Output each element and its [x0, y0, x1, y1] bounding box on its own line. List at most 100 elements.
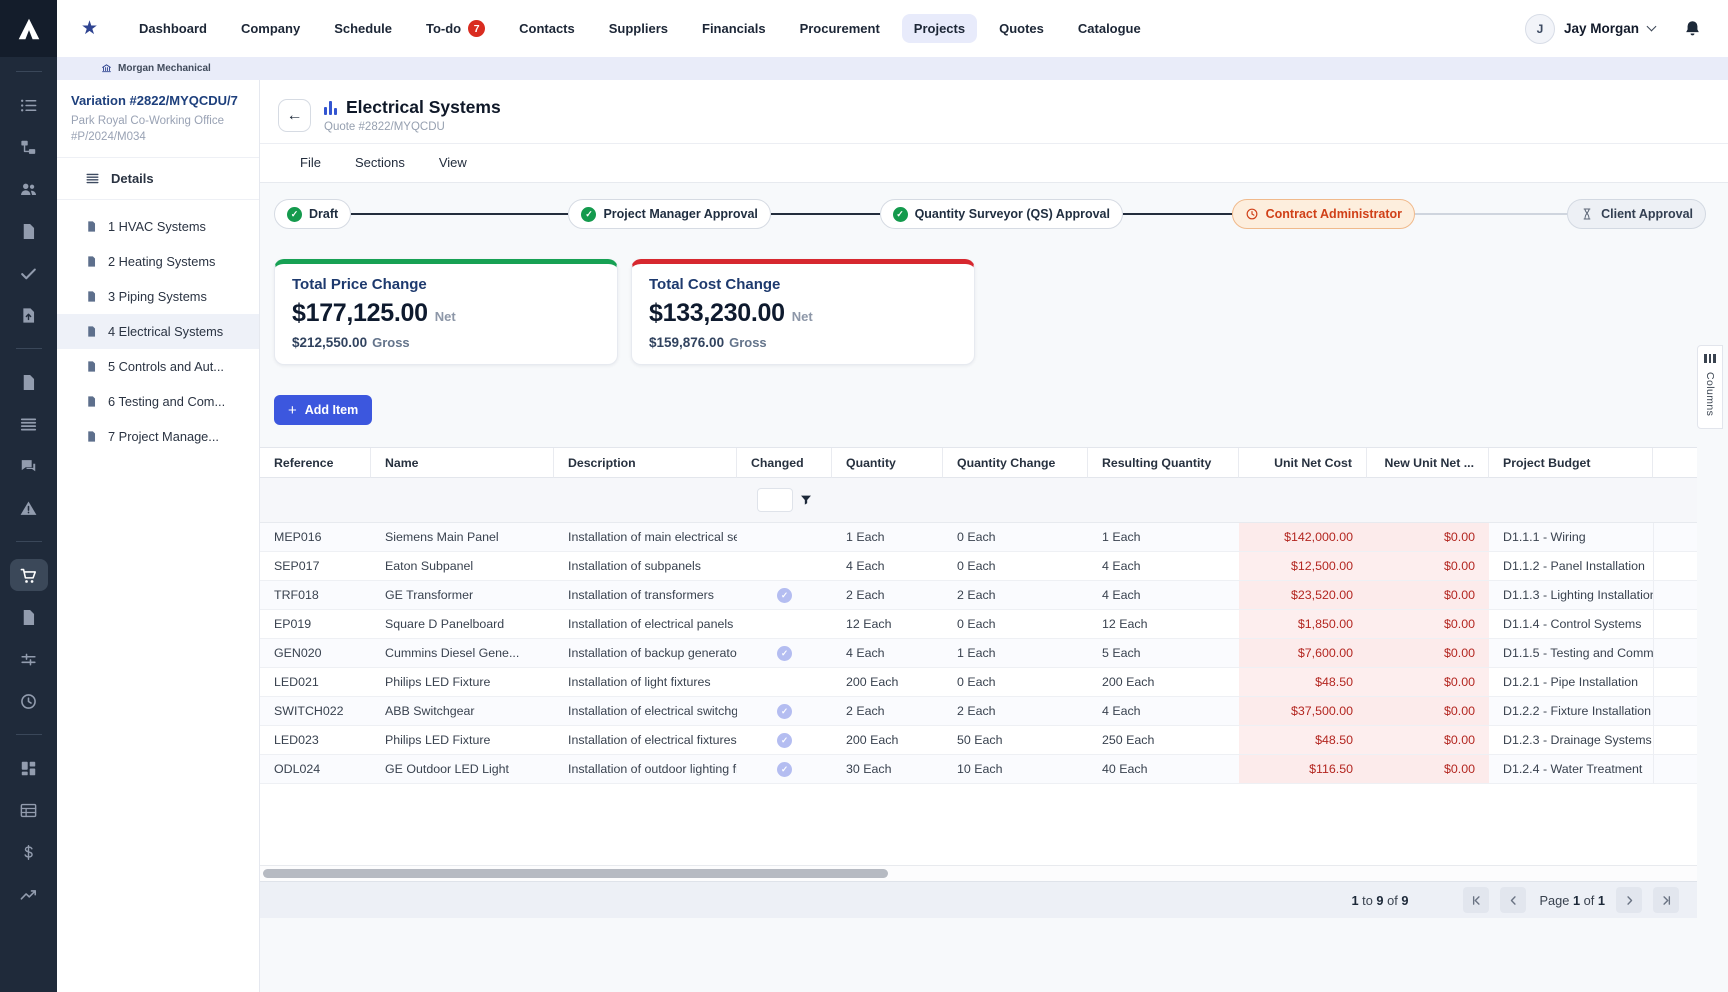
cell-quantity: 30 Each: [832, 755, 943, 784]
rail-divider: [16, 734, 42, 735]
table-row[interactable]: SEP017Eaton SubpanelInstallation of subp…: [260, 552, 1697, 581]
nav-item-schedule[interactable]: Schedule: [322, 14, 404, 43]
sidebar-item-7-project-manage[interactable]: 7 Project Manage...: [57, 419, 259, 454]
sidebar-item-5-controls-and-aut[interactable]: 5 Controls and Aut...: [57, 349, 259, 384]
add-item-button[interactable]: + Add Item: [274, 395, 372, 425]
notifications-bell-icon[interactable]: [1683, 19, 1702, 38]
rail-hierarchy-button[interactable]: [10, 131, 48, 163]
column-header-reference[interactable]: Reference: [260, 448, 371, 478]
nav-item-procurement[interactable]: Procurement: [788, 14, 892, 43]
workflow-step-project-manager-approval[interactable]: ✓Project Manager Approval: [568, 199, 770, 229]
column-header-project_budget[interactable]: Project Budget: [1489, 448, 1653, 478]
rail-clock-button[interactable]: [10, 685, 48, 717]
table-row[interactable]: GEN020Cummins Diesel Gene...Installation…: [260, 639, 1697, 668]
column-header-spacer[interactable]: [1653, 448, 1697, 478]
rail-warning-button[interactable]: [10, 492, 48, 524]
table-row[interactable]: ODL024GE Outdoor LED LightInstallation o…: [260, 755, 1697, 784]
rail-lines-button[interactable]: [10, 408, 48, 440]
rail-check-button[interactable]: [10, 257, 48, 289]
title-block: Electrical Systems Quote #2822/MYQCDU: [324, 97, 501, 133]
scrollbar-thumb[interactable]: [263, 869, 888, 878]
rail-chat-button[interactable]: [10, 450, 48, 482]
rail-dollar-button[interactable]: [10, 836, 48, 868]
organization-bank-icon: [101, 63, 112, 74]
sidebar-item-details[interactable]: Details: [57, 158, 259, 200]
rail-document-button[interactable]: [10, 601, 48, 633]
sidebar-item-2-heating-systems[interactable]: 2 Heating Systems: [57, 244, 259, 279]
table-row[interactable]: TRF018GE TransformerInstallation of tran…: [260, 581, 1697, 610]
cell-quantity_change: 2 Each: [943, 697, 1088, 726]
table-row[interactable]: MEP016Siemens Main PanelInstallation of …: [260, 523, 1697, 552]
rail-file-upload-button[interactable]: [10, 299, 48, 331]
table-row[interactable]: LED023Philips LED FixtureInstallation of…: [260, 726, 1697, 755]
rail-cart-button[interactable]: [10, 559, 48, 591]
table-row[interactable]: EP019Square D PanelboardInstallation of …: [260, 610, 1697, 639]
workflow-step-draft[interactable]: ✓Draft: [274, 199, 351, 229]
first-page-button[interactable]: [1463, 887, 1489, 913]
cell-unit_net_cost: $48.50: [1239, 726, 1367, 755]
column-header-unit_net_cost[interactable]: Unit Net Cost: [1239, 448, 1367, 478]
prev-page-button[interactable]: [1500, 887, 1526, 913]
column-header-quantity_change[interactable]: Quantity Change: [943, 448, 1088, 478]
nav-item-contacts[interactable]: Contacts: [507, 14, 587, 43]
rail-list-button[interactable]: [10, 89, 48, 121]
rail-table-button[interactable]: [10, 794, 48, 826]
cell-changed: [737, 523, 832, 552]
next-page-button[interactable]: [1616, 887, 1642, 913]
rail-document-button[interactable]: [10, 366, 48, 398]
nav-item-catalogue[interactable]: Catalogue: [1066, 14, 1153, 43]
filter-cell: [260, 478, 371, 523]
column-header-description[interactable]: Description: [554, 448, 737, 478]
breadcrumb[interactable]: Morgan Mechanical: [57, 57, 1728, 80]
nav-item-projects[interactable]: Projects: [902, 14, 977, 43]
menu-view[interactable]: View: [439, 155, 467, 170]
variation-title[interactable]: Variation #2822/MYQCDU/7: [71, 93, 245, 108]
favorites-star-icon[interactable]: ★: [81, 19, 98, 38]
cell-quantity: 1 Each: [832, 523, 943, 552]
filter-funnel-icon[interactable]: [799, 493, 813, 507]
sidebar-item-3-piping-systems[interactable]: 3 Piping Systems: [57, 279, 259, 314]
nav-item-suppliers[interactable]: Suppliers: [597, 14, 680, 43]
back-button[interactable]: ←: [278, 99, 311, 132]
rail-document-button[interactable]: [10, 215, 48, 247]
nav-item-company[interactable]: Company: [229, 14, 312, 43]
workflow-step-quantity-surveyor-qs-approval[interactable]: ✓Quantity Surveyor (QS) Approval: [880, 199, 1123, 229]
sidebar-item-1-hvac-systems[interactable]: 1 HVAC Systems: [57, 209, 259, 244]
column-header-name[interactable]: Name: [371, 448, 554, 478]
column-header-quantity[interactable]: Quantity: [832, 448, 943, 478]
nav-item-to-do[interactable]: To-do7: [414, 13, 497, 44]
user-menu[interactable]: J Jay Morgan: [1525, 14, 1655, 44]
plus-icon: +: [288, 403, 297, 418]
workflow-step-contract-administrator[interactable]: Contract Administrator: [1232, 199, 1415, 229]
cell-project_budget: D1.1.1 - Wiring: [1489, 523, 1653, 552]
table-row[interactable]: SWITCH022ABB SwitchgearInstallation of e…: [260, 697, 1697, 726]
column-header-resulting_quantity[interactable]: Resulting Quantity: [1088, 448, 1239, 478]
step-connector: [351, 213, 568, 215]
table-row[interactable]: LED021Philips LED FixtureInstallation of…: [260, 668, 1697, 697]
workflow-step-client-approval[interactable]: Client Approval: [1567, 199, 1706, 229]
filter-cell: [832, 478, 943, 523]
cell-project_budget: D1.2.3 - Drainage Systems: [1489, 726, 1653, 755]
rail-sliders-button[interactable]: [10, 643, 48, 675]
nav-item-quotes[interactable]: Quotes: [987, 14, 1056, 43]
cell-reference: LED023: [260, 726, 371, 755]
rail-grid-button[interactable]: [10, 752, 48, 784]
app-logo[interactable]: [0, 0, 57, 57]
rail-users-button[interactable]: [10, 173, 48, 205]
menu-file[interactable]: File: [300, 155, 321, 170]
file-icon: [85, 219, 98, 234]
nav-item-dashboard[interactable]: Dashboard: [127, 14, 219, 43]
cell-quantity_change: 1 Each: [943, 639, 1088, 668]
sidebar-item-6-testing-and-com[interactable]: 6 Testing and Com...: [57, 384, 259, 419]
last-page-button[interactable]: [1653, 887, 1679, 913]
nav-item-financials[interactable]: Financials: [690, 14, 778, 43]
changed-filter-input[interactable]: [757, 488, 793, 512]
menu-sections[interactable]: Sections: [355, 155, 405, 170]
system-label: 1 HVAC Systems: [108, 219, 206, 234]
columns-panel-toggle[interactable]: Columns: [1697, 345, 1723, 429]
cell-project_budget: D1.2.4 - Water Treatment: [1489, 755, 1653, 784]
column-header-new_unit_net[interactable]: New Unit Net ...: [1367, 448, 1489, 478]
column-header-changed[interactable]: Changed: [737, 448, 832, 478]
sidebar-item-4-electrical-systems[interactable]: 4 Electrical Systems: [57, 314, 259, 349]
rail-trend-button[interactable]: [10, 878, 48, 910]
